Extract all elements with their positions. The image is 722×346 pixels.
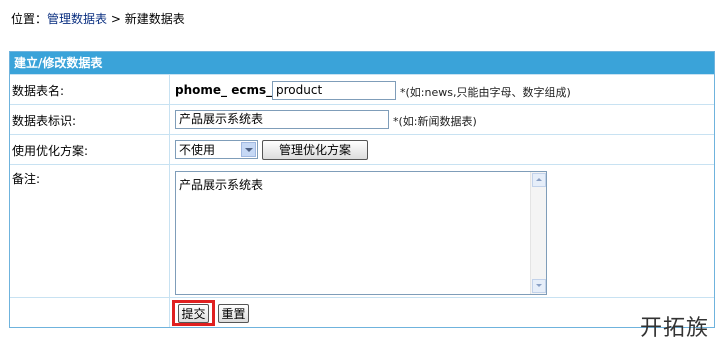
- watermark-logo: 开拓族: [640, 316, 710, 341]
- row-note: 备注: 产品展示系统表: [10, 164, 714, 297]
- scroll-up-icon[interactable]: [532, 173, 546, 187]
- optimize-selected-value: 不使用: [179, 143, 216, 157]
- label-cell: [10, 298, 170, 327]
- breadcrumb-current: 新建数据表: [124, 12, 185, 26]
- table-form: 建立/修改数据表 数据表名: phome_ ecms_ product *(如:…: [9, 51, 715, 328]
- breadcrumb-link-manage-tables[interactable]: 管理数据表: [47, 12, 107, 26]
- table-name-input[interactable]: product: [272, 81, 396, 100]
- note-text: 产品展示系统表: [179, 178, 264, 192]
- table-title-label: 数据表标识:: [12, 114, 77, 128]
- label-cell: 数据表名:: [10, 75, 170, 104]
- breadcrumb-prefix: 位置：: [11, 12, 48, 26]
- table-prefix: phome_ ecms_: [175, 83, 273, 97]
- scroll-down-icon[interactable]: [532, 279, 546, 293]
- table-title-input[interactable]: 产品展示系统表: [175, 110, 389, 129]
- label-cell: 备注:: [10, 165, 170, 297]
- row-table-title: 数据表标识: 产品展示系统表 *(如:新闻数据表): [10, 104, 714, 134]
- note-label: 备注:: [12, 172, 41, 186]
- chevron-down-icon[interactable]: [241, 142, 256, 157]
- table-name-label: 数据表名:: [12, 84, 65, 98]
- row-optimize: 使用优化方案: 不使用 管理优化方案: [10, 134, 714, 164]
- optimize-select[interactable]: 不使用: [175, 140, 258, 159]
- reset-button[interactable]: 重置: [218, 304, 249, 323]
- breadcrumb: 位置：管理数据表 > 新建数据表: [11, 11, 185, 27]
- table-title-hint: *(如:新闻数据表): [393, 115, 477, 128]
- manage-optimize-button[interactable]: 管理优化方案: [262, 140, 368, 160]
- form-header: 建立/修改数据表: [10, 52, 714, 74]
- row-table-name: 数据表名: phome_ ecms_ product *(如:news,只能由字…: [10, 74, 714, 104]
- note-textarea[interactable]: 产品展示系统表: [175, 171, 547, 295]
- label-cell: 数据表标识:: [10, 105, 170, 134]
- textarea-scrollbar[interactable]: [530, 172, 546, 294]
- table-name-hint: *(如:news,只能由字母、数字组成): [400, 86, 571, 99]
- submit-button[interactable]: 提交: [178, 304, 209, 323]
- row-buttons: 提交 重置: [10, 297, 714, 327]
- breadcrumb-separator: >: [107, 12, 125, 26]
- label-cell: 使用优化方案:: [10, 135, 170, 164]
- optimize-label: 使用优化方案:: [12, 144, 89, 158]
